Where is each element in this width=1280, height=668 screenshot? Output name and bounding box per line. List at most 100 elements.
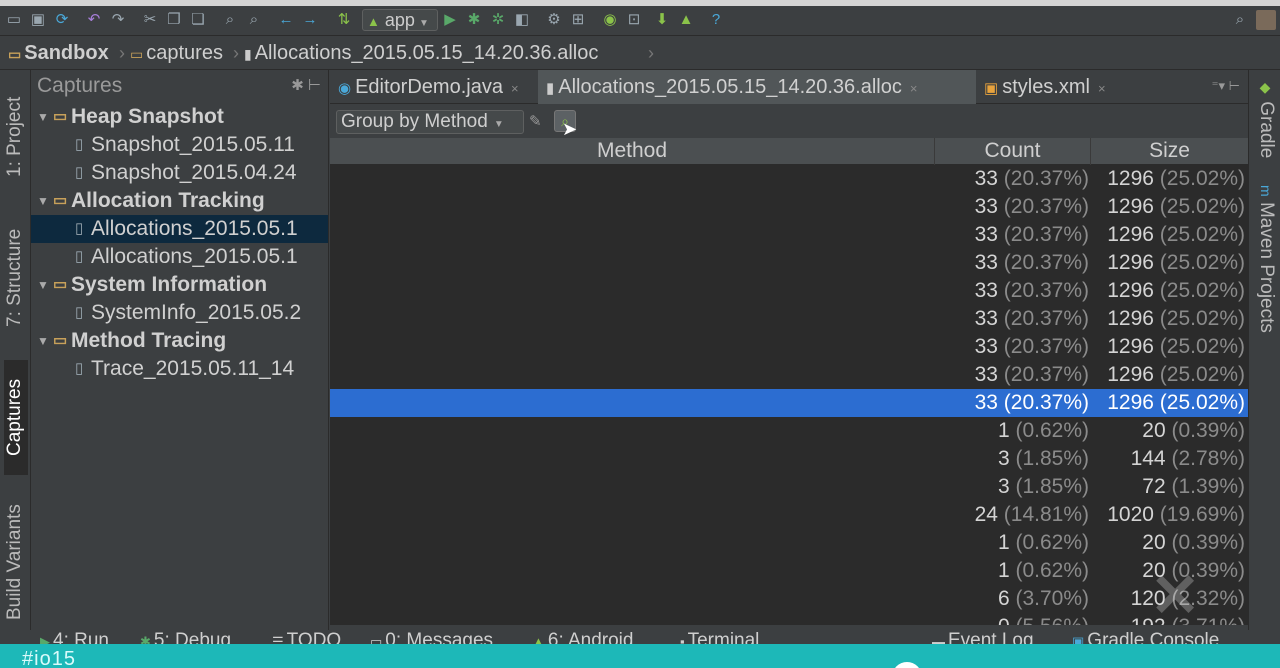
tab-run[interactable]: ▶ 4: Run	[40, 630, 109, 644]
tab-gradle[interactable]: ◆ Gradle	[1253, 80, 1277, 158]
column-header-method[interactable]: Method	[330, 138, 935, 165]
table-row[interactable]: ▼mloop():136, Looper (android.os)33 (20.…	[330, 305, 1248, 333]
tree-item[interactable]: ▯ Allocations_2015.05.1	[31, 215, 328, 243]
tree-group[interactable]: ▼ ▭ Method Tracing	[31, 327, 328, 355]
table-row[interactable]: ▶minvokeNative():-2, Method (java.lang.r…	[330, 585, 1248, 613]
table-row[interactable]: ▶msetText():3646, TextView (androi24 (14…	[330, 501, 1248, 529]
android-device-icon[interactable]: ▲	[676, 10, 696, 30]
tab-event-log[interactable]: ▬ Event Log	[932, 630, 1034, 644]
tree-group[interactable]: ▼ ▭ Heap Snapshot	[31, 103, 328, 131]
tab-allocations-file[interactable]: ▮ Allocations_2015.05.15_14.20.36.alloc ×	[538, 70, 976, 104]
size-percent: (1.39%)	[1171, 475, 1245, 498]
tab-messages[interactable]: ▭ 0: Messages	[370, 630, 493, 644]
close-icon[interactable]: ×	[1098, 81, 1106, 96]
table-row[interactable]: ▼minvoke():515, Method (java.lang.reflec…	[330, 221, 1248, 249]
close-icon[interactable]: ×	[910, 81, 918, 96]
table-row[interactable]: ▼mrun():143, FullscreenActivity$6$1 (33 …	[330, 389, 1248, 417]
tree-item[interactable]: ▯ Snapshot_2015.04.24	[31, 159, 328, 187]
search-everywhere-icon[interactable]: ⌕	[1230, 10, 1250, 30]
breadcrumb-item-file[interactable]: ▮ Allocations_2015.05.15_14.20.36.alloc	[244, 37, 598, 70]
run-icon[interactable]: ▶	[440, 10, 460, 30]
count-percent: (20.37%)	[1003, 335, 1089, 358]
debug-icon[interactable]: ✱	[464, 10, 484, 30]
main-toolbar: ▭ ▣ ⟳ ↶ ↷ ✂ ❐ ❏ ⌕ ⌕ ← → ⇅ ▲ app ▼ ▶ ✱ ✲ ◧…	[0, 6, 1280, 36]
size-value: 144	[1130, 447, 1166, 470]
forward-icon[interactable]: →	[300, 10, 320, 30]
sdk-icon[interactable]: ⬇	[652, 10, 672, 30]
count-percent: (0.62%)	[1015, 419, 1089, 442]
find-replace-icon[interactable]: ⌕	[244, 10, 264, 30]
breadcrumb-item-project[interactable]: ▭ Sandbox	[8, 37, 109, 70]
table-row[interactable]: ▼minvokeNative():-2, Method (java.lang.r…	[330, 249, 1248, 277]
tab-terminal[interactable]: ▪ Terminal	[680, 630, 759, 644]
zoom-in-icon[interactable]: ⌕	[220, 10, 240, 30]
tab-build-variants[interactable]: Build Variants	[4, 495, 28, 630]
structure-icon[interactable]: ⊡	[624, 10, 644, 30]
count-percent: (0.62%)	[1015, 559, 1089, 582]
tab-android[interactable]: ▲ 6: Android	[532, 630, 633, 644]
expand-arrow-icon[interactable]: ▼	[37, 103, 49, 131]
folder-open-icon[interactable]: ▭	[4, 10, 24, 30]
table-row[interactable]: ▼mrun():785, ZygoteInit$MethodAndArgsCal…	[330, 193, 1248, 221]
tab-editordemo-java[interactable]: ◉ EditorDemo.java ×	[330, 70, 538, 104]
tree-item[interactable]: ▯ Trace_2015.05.11_14	[31, 355, 328, 383]
avd-manager-icon[interactable]: ⚙	[544, 10, 564, 30]
paste-icon[interactable]: ❏	[188, 10, 208, 30]
tree-group[interactable]: ▼ ▭ Allocation Tracking	[31, 187, 328, 215]
android-monitor-icon[interactable]: ◉	[600, 10, 620, 30]
expand-arrow-icon[interactable]: ▼	[37, 327, 49, 355]
tab-maven-projects[interactable]: m Maven Projects	[1253, 185, 1277, 333]
tab-structure[interactable]: 7: Structure	[4, 210, 28, 345]
export-icon[interactable]: ✎	[529, 112, 547, 132]
cut-icon[interactable]: ✂	[140, 10, 160, 30]
breadcrumb-item-folder[interactable]: ▭ captures	[130, 37, 223, 70]
android-icon: ▲	[367, 14, 380, 29]
tree-item[interactable]: ▯ Allocations_2015.05.1	[31, 243, 328, 271]
table-row[interactable]: ▼mhandleCallback():733, Handler (andr33 …	[330, 361, 1248, 389]
group-by-select[interactable]: Group by Method ▼	[336, 110, 524, 134]
redo-icon[interactable]: ↷	[108, 10, 128, 30]
tab-debug[interactable]: ✱ 5: Debug	[140, 630, 231, 644]
sdk-manager-icon[interactable]: ⊞	[568, 10, 588, 30]
copy-icon[interactable]: ❐	[164, 10, 184, 30]
panel-settings-icon[interactable]: ✱ ⊢	[291, 70, 321, 102]
count-percent: (1.85%)	[1015, 475, 1089, 498]
help-icon[interactable]: ?	[706, 10, 726, 30]
table-row[interactable]: ▼mdispatchMessage():95, Handler (andro33…	[330, 333, 1248, 361]
tree-group[interactable]: ▼ ▭ System Information	[31, 271, 328, 299]
count-cell: 33 (20.37%)	[935, 333, 1091, 361]
back-icon[interactable]: ←	[276, 10, 296, 30]
table-row[interactable]: ▶mmain():5001, ActivityThread (android.a…	[330, 613, 1248, 625]
tab-todo[interactable]: ☰ TODO	[272, 630, 341, 644]
tab-styles-xml[interactable]: ▣ styles.xml ×	[976, 70, 1126, 104]
save-icon[interactable]: ▣	[28, 10, 48, 30]
undo-icon[interactable]: ↶	[84, 10, 104, 30]
table-row[interactable]: ▶mtoString():663, StringBuilder (jav3 (1…	[330, 473, 1248, 501]
profile-icon[interactable]: ◧	[512, 10, 532, 30]
table-row[interactable]: cjava.lang.StringBuilder1 (0.62%)20 (0.3…	[330, 529, 1248, 557]
tab-list-icon[interactable]: ⁼▾ ⊢	[1212, 78, 1240, 94]
run-config-select[interactable]: ▲ app ▼	[362, 9, 438, 31]
column-header-size[interactable]: Size	[1091, 138, 1248, 165]
expand-arrow-icon[interactable]: ▼	[37, 271, 49, 299]
column-header-count[interactable]: Count	[935, 138, 1091, 165]
table-row[interactable]: ▶m<init>():54, StringBuilder (java.la3 (…	[330, 445, 1248, 473]
build-icon[interactable]: ⇅	[334, 10, 354, 30]
sync-icon[interactable]: ⟳	[52, 10, 72, 30]
avatar-icon[interactable]	[1256, 10, 1276, 30]
attach-debugger-icon[interactable]: ✲	[488, 10, 508, 30]
table-row[interactable]: cjava.lang.StringBuilder1 (0.62%)20 (0.3…	[330, 557, 1248, 585]
table-row[interactable]: ▼mmain():5001, ActivityThread (android.a…	[330, 277, 1248, 305]
tab-gradle-console[interactable]: ▣ Gradle Console	[1072, 630, 1219, 644]
size-value: 1296	[1107, 307, 1154, 330]
tree-item[interactable]: ▯ SystemInfo_2015.05.2	[31, 299, 328, 327]
table-row[interactable]: cjava.lang.StringBuilder1 (0.62%)20 (0.3…	[330, 417, 1248, 445]
size-cell: 20 (0.39%)	[1091, 529, 1247, 557]
close-icon[interactable]: ×	[511, 81, 519, 96]
tab-captures[interactable]: Captures	[4, 360, 28, 475]
xml-file-icon: ▣	[984, 80, 999, 97]
tree-item[interactable]: ▯ Snapshot_2015.05.11	[31, 131, 328, 159]
expand-arrow-icon[interactable]: ▼	[37, 187, 49, 215]
table-row[interactable]: ▼mmain():601, ZygoteInit (com.android.in…	[330, 165, 1248, 193]
tab-project[interactable]: 1: Project	[4, 78, 28, 196]
